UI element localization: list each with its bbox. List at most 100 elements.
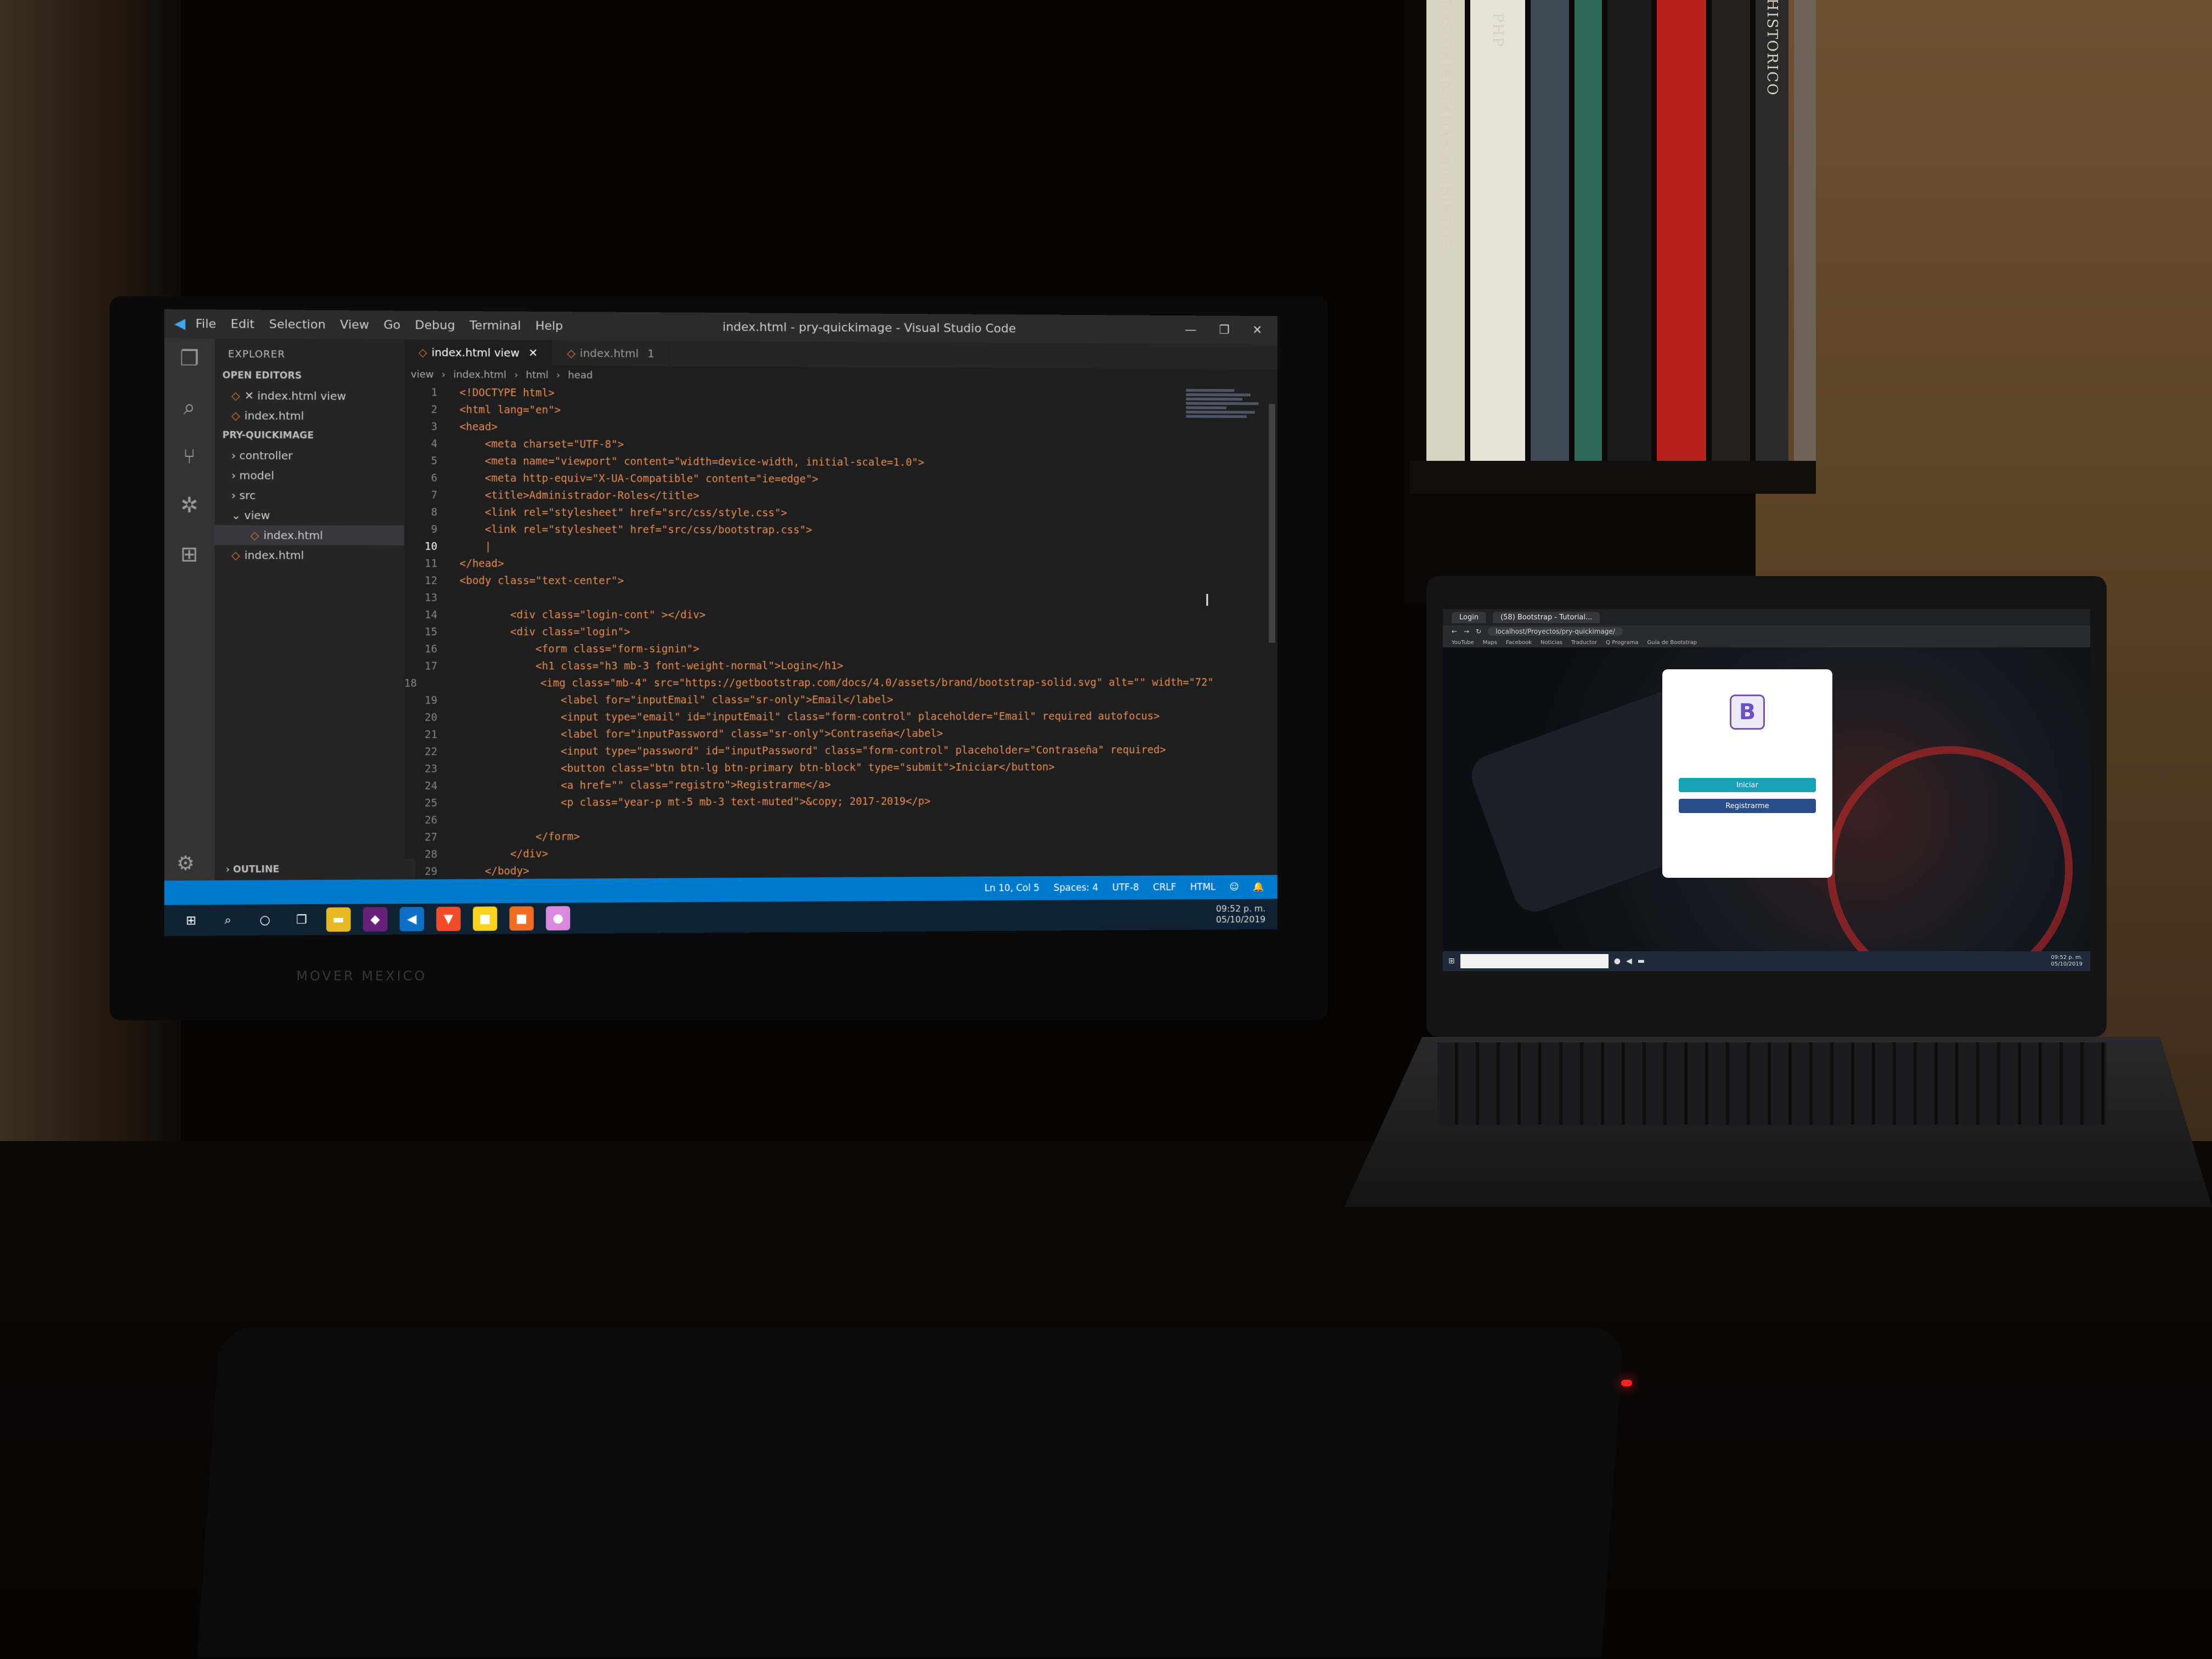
line-number: 20 xyxy=(425,711,438,724)
menu-item[interactable]: File xyxy=(195,317,216,331)
editor-tab[interactable]: ◇ index.html view ✕ xyxy=(404,339,553,366)
code-line: 6 <meta http-equiv="X-UA-Compatible" con… xyxy=(404,469,1176,488)
url-field[interactable]: localhost/Proyectos/pry-quickimage/ xyxy=(1488,627,1623,636)
windows-start-icon[interactable]: ⊞ xyxy=(178,908,204,933)
breadcrumb-segment[interactable]: index.html xyxy=(453,369,506,381)
login-button[interactable]: Iniciar xyxy=(1679,778,1816,792)
tree-item[interactable]: ⌄ view xyxy=(215,505,404,526)
menu-item[interactable]: Terminal xyxy=(470,319,521,333)
open-editor-item[interactable]: ◇ index.html xyxy=(215,405,404,426)
outline-section[interactable]: › OUTLINE xyxy=(215,858,415,881)
line-number: 5 xyxy=(431,454,438,467)
minimap[interactable] xyxy=(1186,387,1267,475)
extensions-icon[interactable]: ⊞ xyxy=(180,541,199,566)
window-control-button[interactable]: ❐ xyxy=(1219,323,1229,337)
cortana-icon[interactable]: ○ xyxy=(252,907,278,933)
code-line: 19 <label for="inputEmail" class="sr-onl… xyxy=(404,691,1176,709)
line-number: 14 xyxy=(425,608,438,621)
status-item[interactable]: Spaces: 4 xyxy=(1053,882,1098,893)
bookmark-item[interactable]: Facebook xyxy=(1506,640,1532,646)
bookmark-item[interactable]: Noticias xyxy=(1541,640,1562,646)
code-line: 3 <head> xyxy=(404,418,1176,438)
bookmark-item[interactable]: YouTube xyxy=(1452,640,1474,646)
windows-start-icon[interactable]: ⊞ xyxy=(1448,957,1455,966)
vscode-icon[interactable]: ◀ xyxy=(399,907,425,932)
code-text: <link rel="stylesheet" href="src/css/boo… xyxy=(459,523,812,536)
status-item[interactable]: ☺ xyxy=(1229,882,1239,893)
file-explorer-icon[interactable]: ▬ xyxy=(326,907,351,932)
bookmark-item[interactable]: Maps xyxy=(1483,640,1497,646)
bookmark-item[interactable]: Traductor xyxy=(1571,640,1597,646)
editor-scrollbar[interactable] xyxy=(1268,404,1276,643)
menu-item[interactable]: Edit xyxy=(231,317,255,331)
menu-item[interactable]: View xyxy=(340,318,369,331)
browser-icon[interactable]: ● xyxy=(1614,957,1621,966)
forward-icon[interactable]: → xyxy=(1464,628,1469,635)
open-editors-section[interactable]: OPEN EDITORS xyxy=(215,365,404,386)
open-editor-label: index.html xyxy=(244,409,304,422)
search-icon[interactable]: ⌕ xyxy=(183,395,195,420)
taskbar-search-box[interactable] xyxy=(1460,954,1609,968)
gear-icon[interactable]: ⚙ xyxy=(177,852,195,875)
menu-item[interactable]: Go xyxy=(383,318,400,332)
breadcrumb-segment: › xyxy=(514,369,518,381)
menu-item[interactable]: Help xyxy=(535,319,563,332)
code-line: 21 <label for="inputPassword" class="sr-… xyxy=(404,724,1176,743)
visual-studio-icon[interactable]: ◆ xyxy=(363,907,388,932)
status-item[interactable]: 🔔 xyxy=(1253,882,1265,893)
bookmark-item[interactable]: Guía de Bootstrap xyxy=(1647,640,1697,646)
search-icon[interactable]: ⌕ xyxy=(216,907,241,933)
code-line: 13 xyxy=(404,589,1176,607)
status-item[interactable]: Ln 10, Col 5 xyxy=(985,883,1040,894)
files-icon[interactable]: ❐ xyxy=(180,346,199,371)
line-number: 21 xyxy=(425,728,438,741)
file-explorer-icon[interactable]: ▬ xyxy=(1638,957,1645,966)
app-pink-icon[interactable]: ● xyxy=(546,906,571,931)
sticky-notes-icon[interactable]: ■ xyxy=(472,906,498,931)
window-control-button[interactable]: ✕ xyxy=(1252,323,1262,337)
code-line: 20 <input type="email" id="inputEmail" c… xyxy=(404,708,1176,726)
tree-item[interactable]: › model xyxy=(215,465,404,486)
laptop-clock[interactable]: 09:52 p. m. 05/10/2019 xyxy=(2051,955,2090,968)
taskbar-clock[interactable]: 09:52 p. m. 05/10/2019 xyxy=(1216,903,1277,925)
browser-tab[interactable]: Login xyxy=(1452,611,1487,623)
tree-item[interactable]: › controller xyxy=(215,445,404,466)
vscode-icon[interactable]: ◀ xyxy=(1626,957,1632,966)
tree-item[interactable]: › src xyxy=(215,485,404,505)
close-icon[interactable]: 1 xyxy=(647,347,654,360)
laptop-clock-date: 05/10/2019 xyxy=(2051,961,2083,967)
tree-item-label: index.html xyxy=(263,528,323,542)
code-text: <link rel="stylesheet" href="src/css/sty… xyxy=(459,506,787,519)
status-item[interactable]: HTML xyxy=(1190,882,1215,893)
code-text: <head> xyxy=(459,420,498,433)
status-item[interactable]: UTF-8 xyxy=(1112,882,1139,893)
task-view-icon[interactable]: ❐ xyxy=(289,907,314,932)
menu-item[interactable]: Selection xyxy=(269,317,325,331)
window-control-button[interactable]: — xyxy=(1185,323,1197,337)
register-button[interactable]: Registrarme xyxy=(1679,799,1816,813)
tree-item[interactable]: ◇ index.html xyxy=(215,525,404,546)
menu-item[interactable]: Debug xyxy=(415,318,455,332)
explorer-header: EXPLORER xyxy=(228,348,285,360)
project-section[interactable]: PRY-QUICKIMAGE xyxy=(215,425,404,446)
breadcrumb-segment[interactable]: head xyxy=(568,369,592,381)
brave-icon[interactable]: ▼ xyxy=(436,906,461,932)
line-number: 7 xyxy=(431,489,438,501)
breadcrumb-segment[interactable]: view xyxy=(411,369,434,380)
reload-icon[interactable]: ↻ xyxy=(1476,628,1481,635)
tree-item[interactable]: ◇ index.html xyxy=(215,545,404,566)
open-editor-item[interactable]: ◇ ✕ index.html view xyxy=(215,386,404,407)
source-control-icon[interactable]: ⑂ xyxy=(183,444,196,469)
code-editor[interactable]: 1 <!DOCTYPE html> 2 <html lang="en"> 3 <head>… xyxy=(404,383,1214,894)
status-item[interactable]: CRLF xyxy=(1153,882,1176,893)
line-number: 16 xyxy=(425,642,438,655)
close-icon[interactable]: ✕ xyxy=(528,346,538,359)
code-text: <h1 class="h3 mb-3 font-weight-normal">L… xyxy=(459,659,844,672)
app-orange-icon[interactable]: ■ xyxy=(509,906,534,931)
back-icon[interactable]: ← xyxy=(1452,628,1457,635)
editor-tab[interactable]: ◇ index.html 1 xyxy=(552,340,669,366)
debug-icon[interactable]: ✲ xyxy=(180,493,199,517)
breadcrumb-segment[interactable]: html xyxy=(526,369,549,381)
bookmark-item[interactable]: Q Programa xyxy=(1606,640,1638,646)
browser-tab[interactable]: (58) Bootstrap - Tutorial... xyxy=(1493,611,1600,623)
